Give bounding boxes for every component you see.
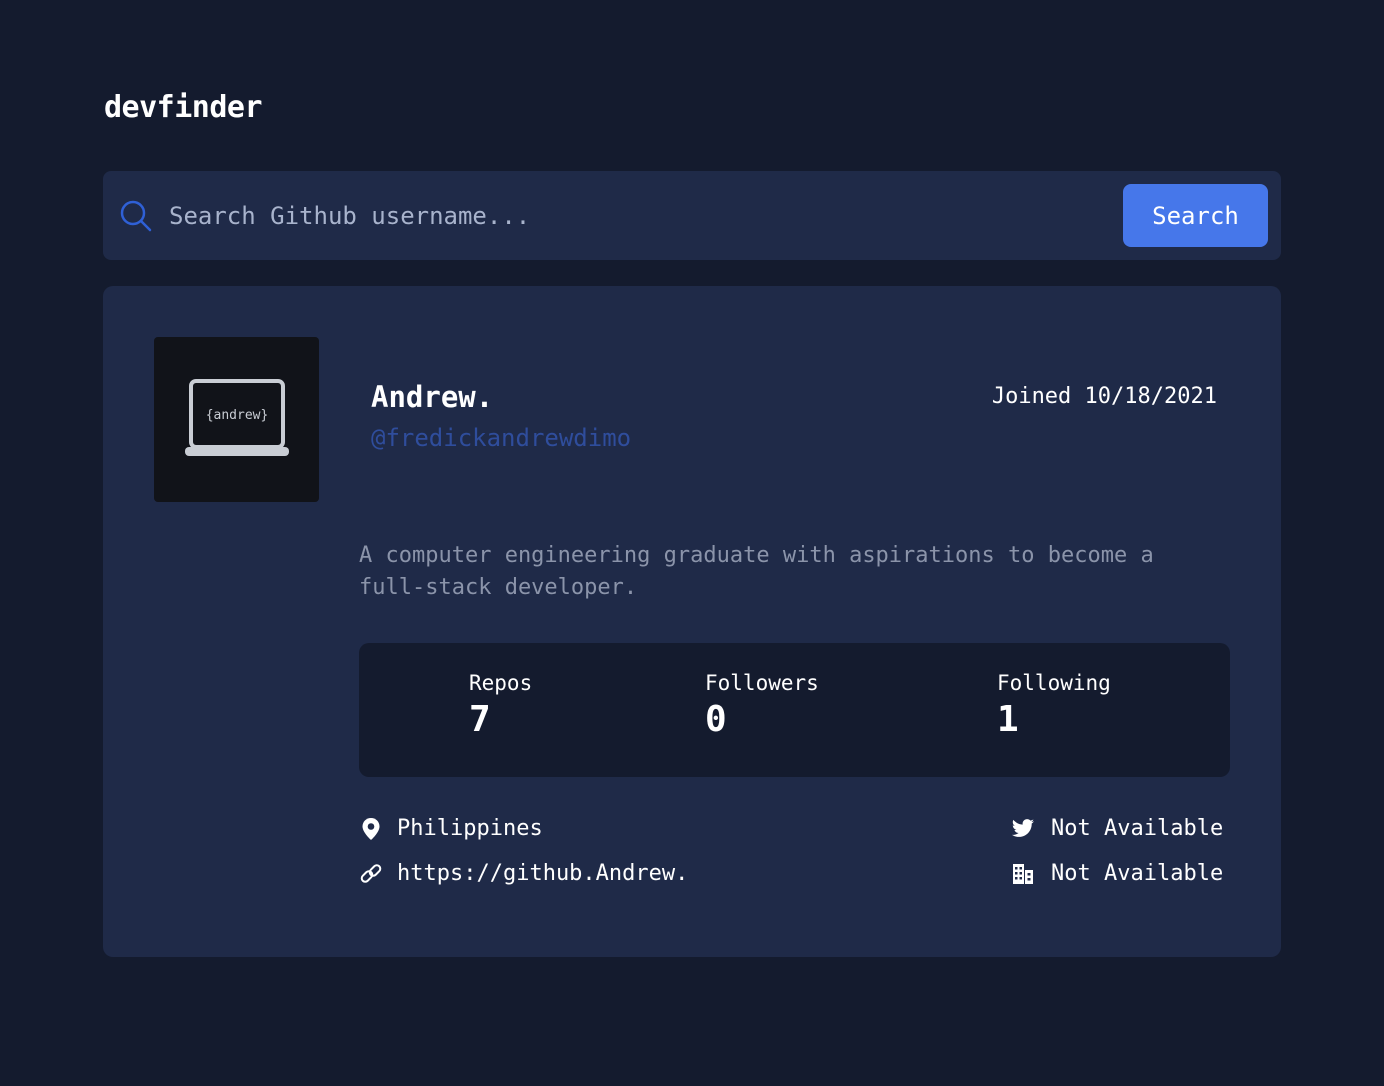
avatar: {andrew} [154, 337, 319, 502]
stat-repos-value: 7 [469, 699, 491, 740]
search-button[interactable]: Search [1123, 184, 1268, 247]
laptop-icon: {andrew} [185, 379, 289, 456]
profile-card: {andrew} Andrew. @fredickandrewdimo Join… [103, 286, 1281, 957]
twitter-icon [1011, 817, 1035, 841]
twitter-item: Not Available [1011, 816, 1223, 841]
stats-panel: Repos 7 Followers 0 Following 1 [359, 643, 1230, 777]
company-item: Not Available [1011, 861, 1223, 886]
location-item: Philippines [359, 816, 543, 841]
avatar-text: {andrew} [206, 408, 269, 423]
blog-link[interactable]: https://github.Andrew. [397, 861, 688, 886]
stat-repos-label: Repos [469, 671, 533, 695]
building-icon [1011, 862, 1035, 886]
twitter-text: Not Available [1051, 816, 1224, 841]
search-bar: Search [103, 171, 1281, 260]
stat-followers: Followers 0 [705, 671, 819, 740]
app-title: devfinder [104, 90, 263, 125]
user-name: Andrew. [371, 380, 494, 414]
joined-date: Joined 10/18/2021 [991, 384, 1217, 409]
stat-repos: Repos 7 [469, 671, 532, 740]
devfinder-page: devfinder Search {andrew} Andrew. @fredi… [0, 0, 1384, 1086]
stat-following-value: 1 [997, 699, 1019, 740]
search-input[interactable] [167, 193, 1101, 239]
company-text: Not Available [1051, 861, 1224, 886]
blog-item: https://github.Andrew. [359, 861, 688, 886]
search-icon [119, 199, 153, 233]
stat-followers-value: 0 [705, 699, 727, 740]
location-pin-icon [359, 817, 383, 841]
stat-following: Following 1 [997, 671, 1111, 740]
location-text: Philippines [397, 816, 543, 841]
link-icon [359, 862, 383, 886]
stat-following-label: Following [997, 671, 1111, 695]
user-bio: A computer engineering graduate with asp… [359, 543, 1154, 600]
stat-followers-label: Followers [705, 671, 819, 695]
user-login-link[interactable]: @fredickandrewdimo [371, 424, 631, 452]
